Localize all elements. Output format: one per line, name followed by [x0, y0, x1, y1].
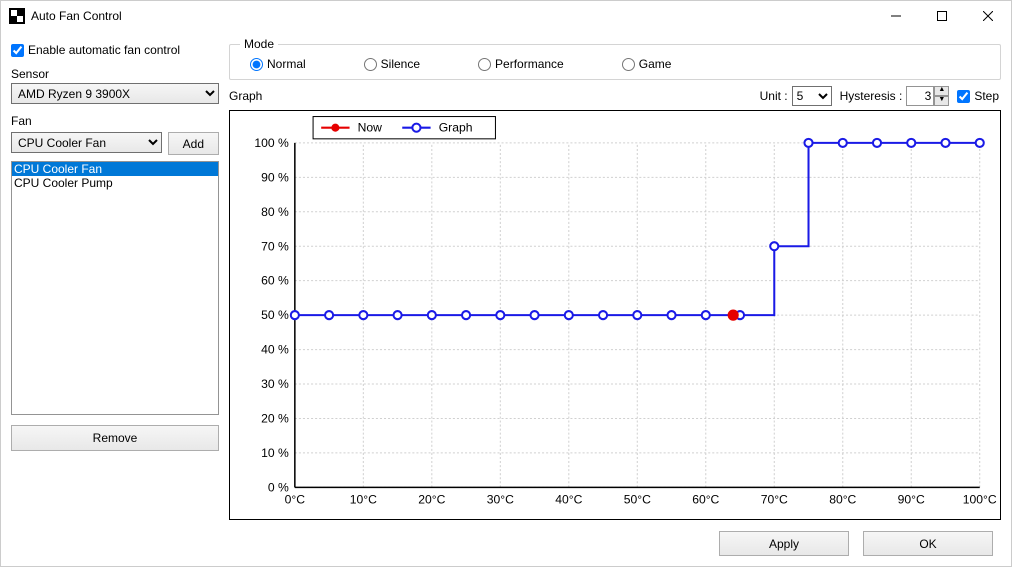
ok-button[interactable]: OK [863, 531, 993, 556]
mode-radio-performance[interactable]: Performance [478, 57, 564, 71]
mode-legend: Mode [240, 37, 278, 51]
enable-auto-checkbox[interactable]: Enable automatic fan control [11, 37, 219, 63]
svg-text:80 %: 80 % [261, 205, 289, 219]
fan-select[interactable]: CPU Cooler Fan [11, 132, 162, 153]
left-panel: Enable automatic fan control Sensor AMD … [11, 37, 219, 517]
svg-text:50°C: 50°C [624, 493, 651, 507]
graph-label: Graph [229, 89, 752, 103]
spinner-up-icon[interactable]: ▲ [934, 86, 949, 96]
svg-text:70 %: 70 % [261, 239, 289, 253]
hysteresis-spinner[interactable]: ▲▼ [906, 86, 949, 106]
svg-text:Graph: Graph [439, 121, 473, 135]
spinner-down-icon[interactable]: ▼ [934, 96, 949, 106]
titlebar: Auto Fan Control [1, 1, 1011, 31]
enable-auto-label: Enable automatic fan control [28, 43, 180, 57]
svg-text:20°C: 20°C [418, 493, 445, 507]
step-label: Step [974, 89, 999, 103]
bottom-bar: Apply OK [1, 521, 1011, 566]
remove-button[interactable]: Remove [11, 425, 219, 451]
chart[interactable]: 0 %10 %20 %30 %40 %50 %60 %70 %80 %90 %1… [229, 110, 1001, 520]
svg-text:60°C: 60°C [692, 493, 719, 507]
close-button[interactable] [965, 1, 1011, 31]
svg-text:10 %: 10 % [261, 446, 289, 460]
mode-radio-silence[interactable]: Silence [364, 57, 420, 71]
svg-text:40°C: 40°C [555, 493, 582, 507]
svg-text:90 %: 90 % [261, 170, 289, 184]
fan-listbox[interactable]: CPU Cooler FanCPU Cooler Pump [11, 161, 219, 415]
list-item[interactable]: CPU Cooler Fan [12, 162, 218, 176]
svg-text:20 %: 20 % [261, 412, 289, 426]
right-panel: Mode NormalSilencePerformanceGame Graph … [229, 37, 1001, 517]
sensor-label: Sensor [11, 67, 219, 81]
svg-text:0°C: 0°C [285, 493, 306, 507]
step-checkbox[interactable]: Step [957, 89, 999, 103]
svg-text:100°C: 100°C [963, 493, 997, 507]
svg-text:30 %: 30 % [261, 377, 289, 391]
svg-text:90°C: 90°C [898, 493, 925, 507]
list-item[interactable]: CPU Cooler Pump [12, 176, 218, 190]
minimize-button[interactable] [873, 1, 919, 31]
svg-text:70°C: 70°C [761, 493, 788, 507]
mode-radio-game[interactable]: Game [622, 57, 672, 71]
fan-label: Fan [11, 114, 219, 128]
svg-text:10°C: 10°C [350, 493, 377, 507]
unit-select[interactable]: 5 [792, 86, 832, 106]
mode-group: Mode Normal Silence Performance Game [229, 37, 1001, 80]
svg-text:40 %: 40 % [261, 343, 289, 357]
svg-text:50 %: 50 % [261, 308, 289, 322]
svg-text:60 %: 60 % [261, 274, 289, 288]
svg-text:100 %: 100 % [254, 136, 289, 150]
unit-label: Unit : [760, 89, 788, 103]
app-icon [9, 8, 25, 24]
svg-text:80°C: 80°C [829, 493, 856, 507]
apply-button[interactable]: Apply [719, 531, 849, 556]
window-title: Auto Fan Control [31, 9, 873, 23]
hysteresis-label: Hysteresis : [840, 89, 903, 103]
svg-text:30°C: 30°C [487, 493, 514, 507]
svg-text:Now: Now [358, 121, 383, 135]
mode-radio-normal[interactable]: Normal [250, 57, 306, 71]
maximize-button[interactable] [919, 1, 965, 31]
add-button[interactable]: Add [168, 132, 219, 155]
sensor-select[interactable]: AMD Ryzen 9 3900X [11, 83, 219, 104]
